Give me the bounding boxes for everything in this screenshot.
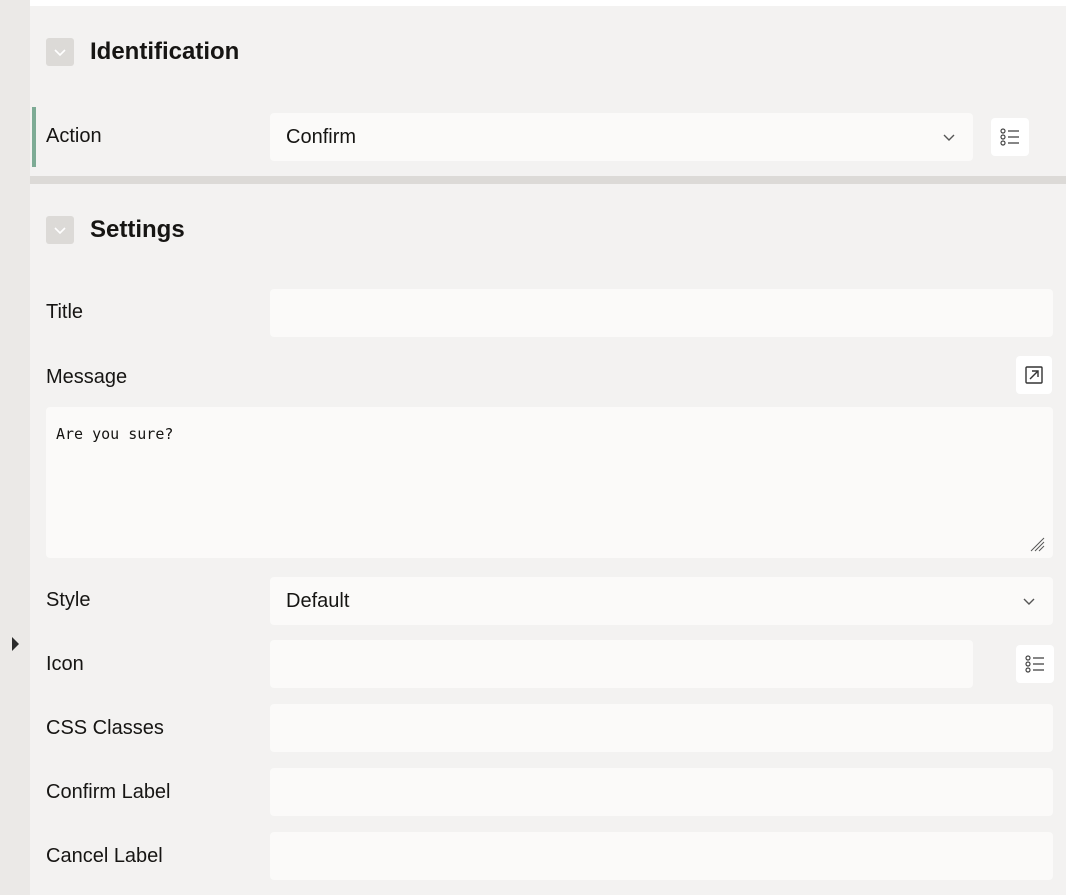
css-classes-label: CSS Classes — [46, 717, 164, 739]
style-select-value: Default — [286, 589, 350, 612]
style-select[interactable]: Default — [270, 577, 1053, 625]
confirm-label-label: Confirm Label — [46, 781, 171, 803]
icon-input[interactable] — [270, 640, 973, 688]
expand-arrow-icon — [1025, 366, 1043, 384]
css-classes-input[interactable] — [270, 704, 1053, 752]
list-icon — [1025, 655, 1044, 673]
caret-right-icon[interactable] — [12, 637, 19, 651]
resize-grip-icon[interactable] — [1027, 534, 1045, 552]
chevron-down-icon[interactable] — [46, 38, 74, 66]
chevron-down-icon — [943, 134, 955, 141]
chevron-down-icon — [1023, 598, 1035, 605]
title-label: Title — [46, 301, 84, 323]
action-select-value: Confirm — [286, 125, 357, 148]
icon-list-button[interactable] — [1016, 645, 1054, 683]
section-divider — [30, 176, 1066, 184]
section-title-identification: Identification — [90, 38, 240, 65]
cancel-label-label: Cancel Label — [46, 845, 163, 867]
message-textarea-value: Are you sure? — [56, 425, 174, 443]
message-label: Message — [46, 366, 128, 388]
chevron-down-icon[interactable] — [46, 216, 74, 244]
property-editor-panel: Identification Action Confirm Settings T… — [30, 0, 1066, 895]
style-label: Style — [46, 589, 91, 611]
expand-message-button[interactable] — [1016, 356, 1052, 394]
active-row-indicator — [32, 107, 36, 167]
list-icon — [1000, 128, 1019, 146]
identification-section-header[interactable]: Identification — [46, 38, 239, 66]
settings-section-header[interactable]: Settings — [46, 216, 185, 244]
icon-label: Icon — [46, 653, 84, 675]
top-divider — [30, 0, 1066, 6]
cancel-label-input[interactable] — [270, 832, 1053, 880]
title-input[interactable] — [270, 289, 1053, 337]
confirm-label-input[interactable] — [270, 768, 1053, 816]
message-textarea[interactable]: Are you sure? — [46, 407, 1053, 558]
left-gutter — [0, 0, 30, 895]
section-title-settings: Settings — [90, 216, 185, 243]
action-list-button[interactable] — [991, 118, 1029, 156]
action-label: Action — [46, 125, 102, 147]
action-select[interactable]: Confirm — [270, 113, 973, 161]
